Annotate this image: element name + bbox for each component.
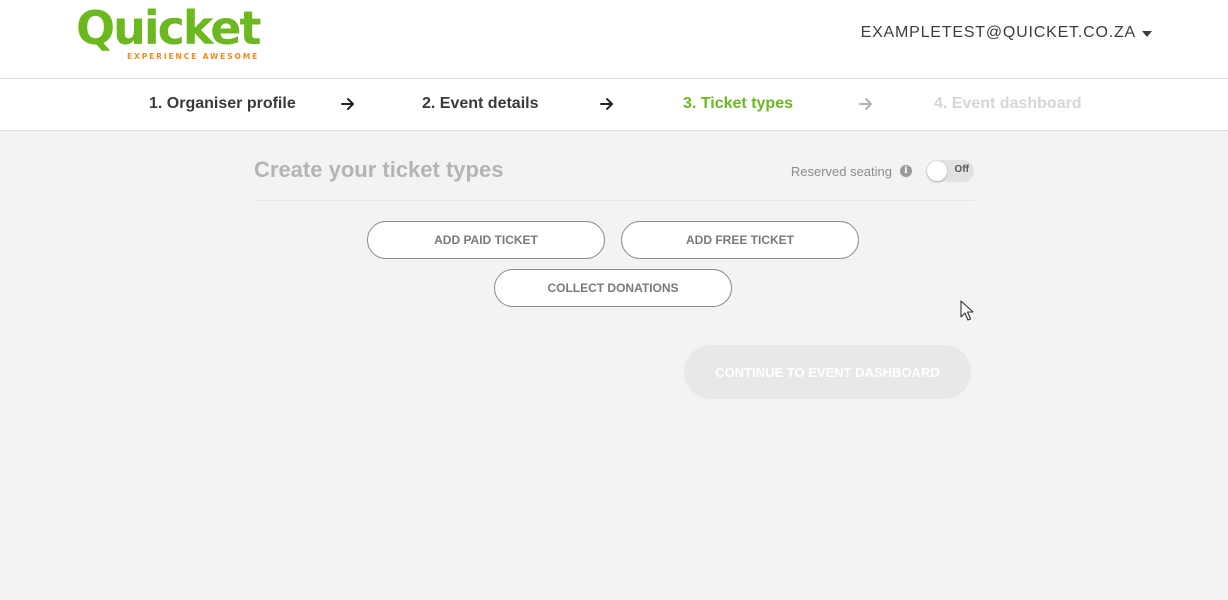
continue-to-event-dashboard-button[interactable]: CONTINUE TO EVENT DASHBOARD bbox=[684, 345, 971, 399]
page-title: Create your ticket types bbox=[254, 157, 504, 182]
logo-wordmark: Quicket bbox=[76, 1, 261, 55]
toggle-knob bbox=[927, 161, 947, 181]
progress-steps: 1. Organiser profile 2. Event details 3.… bbox=[0, 79, 1228, 131]
reserved-seating-label: Reserved seating bbox=[790, 163, 892, 179]
info-icon[interactable]: i bbox=[900, 165, 912, 177]
step-ticket-types[interactable]: 3. Ticket types bbox=[683, 95, 793, 113]
arrow-right-icon bbox=[341, 98, 354, 110]
toggle-state-text: Off bbox=[954, 164, 969, 175]
top-header: Quicket EXPERIENCE AWESOME EXAMPLETEST@Q… bbox=[0, 0, 1228, 79]
arrow-right-icon bbox=[859, 98, 872, 110]
collect-donations-button[interactable]: COLLECT DONATIONS bbox=[494, 269, 732, 307]
account-menu[interactable]: EXAMPLETEST@QUICKET.CO.ZA bbox=[861, 24, 1152, 42]
ticket-types-panel: Create your ticket types Reserved seatin… bbox=[254, 131, 974, 399]
quicket-logo[interactable]: Quicket EXPERIENCE AWESOME bbox=[76, 2, 266, 66]
caret-down-icon bbox=[1142, 31, 1152, 37]
add-free-ticket-button[interactable]: ADD FREE TICKET bbox=[621, 221, 859, 259]
step-event-dashboard: 4. Event dashboard bbox=[934, 95, 1082, 112]
step-event-details[interactable]: 2. Event details bbox=[422, 95, 539, 113]
logo-tagline: EXPERIENCE AWESOME bbox=[127, 52, 260, 61]
account-email: EXAMPLETEST@QUICKET.CO.ZA bbox=[860, 24, 1136, 41]
add-paid-ticket-button[interactable]: ADD PAID TICKET bbox=[367, 221, 605, 259]
panel-header: Create your ticket types Reserved seatin… bbox=[254, 131, 974, 201]
reserved-seating: Reserved seating i Off bbox=[791, 160, 974, 182]
step-organiser-profile[interactable]: 1. Organiser profile bbox=[149, 95, 296, 113]
mouse-cursor-icon bbox=[960, 300, 974, 321]
arrow-right-icon bbox=[600, 98, 613, 110]
reserved-seating-toggle[interactable]: Off bbox=[926, 160, 974, 182]
